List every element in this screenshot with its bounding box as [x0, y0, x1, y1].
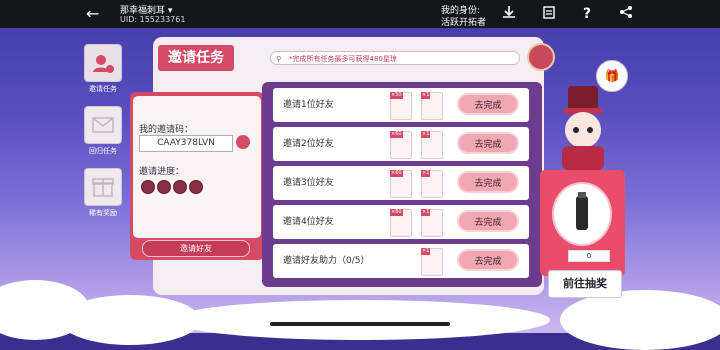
- task-label: 邀请好友助力（0/5）: [283, 256, 370, 266]
- panel-title: 邀请任务: [158, 45, 234, 71]
- reward-count: ×80: [390, 209, 403, 216]
- prize-item-icon: [552, 182, 612, 246]
- progress-slot: [173, 180, 187, 194]
- task-row: 邀请1位好友 ×50 ×1 去完成: [273, 88, 529, 122]
- compass-icon: [527, 43, 555, 71]
- task-label: 邀请4位好友: [283, 217, 334, 227]
- reward-count: ×50: [390, 92, 403, 99]
- stellar-jade-icon: ×50: [390, 92, 412, 120]
- go-complete-button[interactable]: 去完成: [457, 249, 519, 271]
- user-uid: UID: 155233761: [120, 15, 186, 24]
- go-complete-button[interactable]: 去完成: [457, 210, 519, 232]
- stellar-jade-icon: ×60: [390, 131, 412, 159]
- mail-icon: [84, 106, 122, 144]
- role-value: 活跃开拓者: [441, 18, 487, 28]
- reward-count: ×60: [390, 131, 403, 138]
- ticket-icon: ×1: [421, 131, 443, 159]
- sidebar-item-label: 稀有奖励: [89, 209, 117, 217]
- mascot-character: [540, 82, 625, 172]
- back-arrow-icon[interactable]: ←: [86, 4, 99, 23]
- reward-count: ×1: [421, 209, 431, 216]
- ticket-icon: ×1: [421, 92, 443, 120]
- task-row: 邀请3位好友 ×60 ×1 去完成: [273, 166, 529, 200]
- sidebar-item-invite-tasks[interactable]: 邀请任务: [84, 44, 122, 94]
- go-to-draw-button[interactable]: 前往抽奖: [548, 270, 622, 298]
- invite-code-label: 我的邀请码：: [139, 125, 194, 135]
- task-row: 邀请2位好友 ×60 ×1 去完成: [273, 127, 529, 161]
- search-icon: ⚲: [276, 55, 282, 63]
- task-row: 邀请好友助力（0/5） ×1 去完成: [273, 244, 529, 278]
- invite-friends-button[interactable]: 邀请好友: [142, 240, 250, 257]
- invite-progress-label: 邀请进度：: [139, 167, 185, 177]
- sidebar-item-label: 回归任务: [89, 147, 117, 155]
- progress-slot: [141, 180, 155, 194]
- reward-count: ×1: [421, 131, 431, 138]
- invite-code-value: CAAY378LVN: [139, 135, 233, 152]
- task-label: 邀请1位好友: [283, 100, 334, 110]
- copy-icon[interactable]: [236, 135, 250, 149]
- gift-icon: [84, 168, 122, 206]
- reward-count: ×1: [421, 92, 431, 99]
- progress-slot: [189, 180, 203, 194]
- help-icon[interactable]: ?: [578, 5, 596, 23]
- go-complete-button[interactable]: 去完成: [457, 171, 519, 193]
- download-icon[interactable]: [500, 5, 518, 23]
- invite-user-icon: [84, 44, 122, 82]
- home-indicator: [270, 322, 450, 326]
- go-complete-button[interactable]: 去完成: [457, 93, 519, 115]
- share-icon[interactable]: [617, 5, 635, 23]
- sidebar-item-label: 邀请任务: [89, 85, 117, 93]
- ticket-icon: ×1: [421, 170, 443, 198]
- task-label: 邀请3位好友: [283, 178, 334, 188]
- task-label: 邀请2位好友: [283, 139, 334, 149]
- reward-count: ×1: [421, 248, 431, 255]
- task-row: 邀请4位好友 ×80 ×1 去完成: [273, 205, 529, 239]
- ticket-icon: ×1: [421, 209, 443, 237]
- prize-count: 0: [568, 250, 610, 262]
- notice-text: *完成所有任务最多可获得480星琼: [289, 55, 397, 63]
- reward-count: ×1: [421, 170, 431, 177]
- go-complete-button[interactable]: 去完成: [457, 132, 519, 154]
- top-bar: ← 那幸福刺耳 ▾ UID: 155233761 我的身份: 活跃开拓者 ?: [0, 0, 720, 28]
- stellar-jade-icon: ×80: [390, 209, 412, 237]
- ticket-icon: ×1: [421, 248, 443, 276]
- reward-count: ×60: [390, 170, 403, 177]
- progress-slot: [157, 180, 171, 194]
- sidebar-item-rare-rewards[interactable]: 稀有奖励: [84, 168, 122, 218]
- reward-notice: ⚲ *完成所有任务最多可获得480星琼: [270, 51, 520, 65]
- cloud-decoration: [560, 290, 720, 350]
- cloud-decoration: [170, 300, 550, 340]
- sidebar-item-return-tasks[interactable]: 回归任务: [84, 106, 122, 156]
- clipboard-icon[interactable]: [540, 5, 558, 23]
- stellar-jade-icon: ×60: [390, 170, 412, 198]
